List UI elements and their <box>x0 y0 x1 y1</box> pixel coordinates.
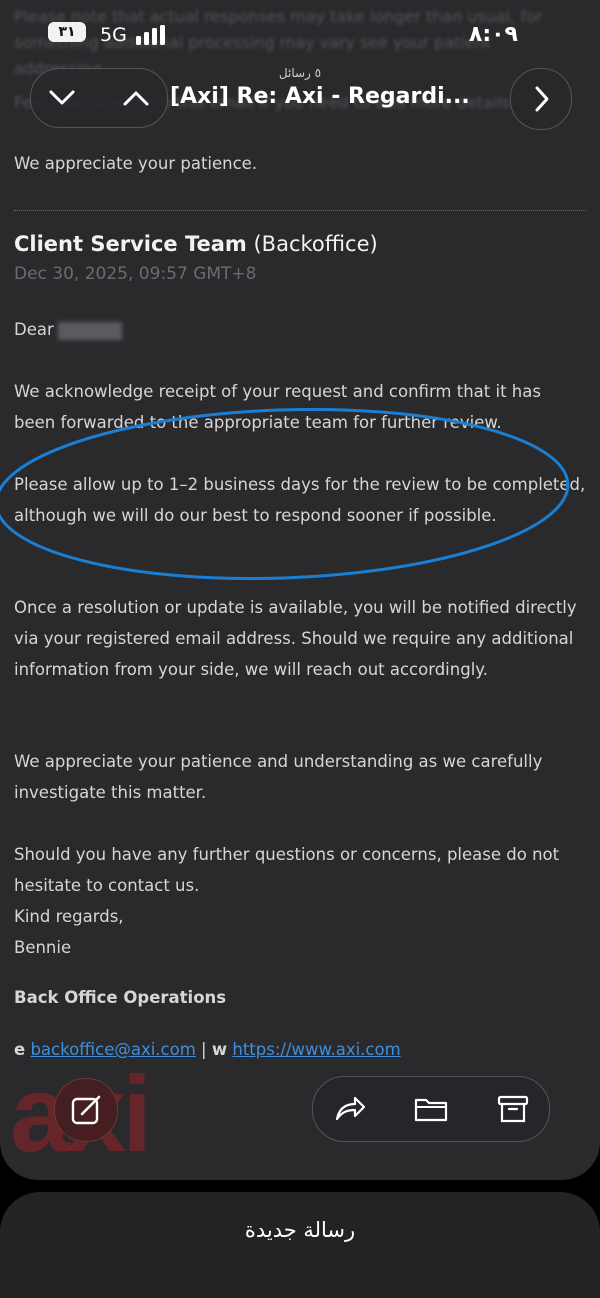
message-count: ٥ رسائل <box>278 66 322 80</box>
compose-button[interactable] <box>54 1078 118 1142</box>
reply-arrow-icon <box>335 1096 366 1121</box>
chevron-right-icon <box>535 86 549 112</box>
paragraph-contact: Should you have any further questions or… <box>14 845 560 895</box>
new-message-label: رسالة جديدة <box>244 1218 356 1242</box>
paragraph-appreciation: We appreciate your patience and understa… <box>14 752 543 802</box>
signal-icon <box>136 25 170 45</box>
web-label: w <box>211 1040 228 1059</box>
signer-name: Bennie <box>14 938 72 957</box>
signature-title: Back Office Operations <box>14 988 227 1007</box>
email-view: Please note that actual responses may ta… <box>0 0 600 1180</box>
sender[interactable]: Client Service Team (Backoffice) <box>14 232 378 256</box>
archive-icon <box>497 1095 529 1123</box>
folder-icon <box>414 1098 448 1122</box>
message-toolbar <box>312 1076 550 1142</box>
redacted-name <box>57 321 122 340</box>
annotation-ellipse <box>0 407 570 581</box>
message-divider <box>14 210 586 211</box>
next-message-up-button[interactable] <box>115 77 157 119</box>
sender-name: Client Service Team <box>14 232 247 256</box>
status-bar: ٣١ 5G ٨:٠٩ <box>0 0 600 64</box>
message-nav <box>30 68 168 128</box>
battery-level: ٣١ <box>58 24 76 40</box>
website-link[interactable]: https://www.axi.com <box>232 1040 400 1059</box>
sender-department: (Backoffice) <box>253 232 378 256</box>
archive-button[interactable] <box>495 1091 531 1127</box>
compose-icon <box>71 1095 101 1125</box>
network-type: 5G <box>100 24 127 46</box>
new-message-sheet[interactable]: رسالة جديدة <box>0 1192 600 1298</box>
battery-icon: ٣١ <box>48 22 86 42</box>
chevron-up-icon <box>123 91 149 106</box>
chevron-down-icon <box>49 90 75 105</box>
separator: | <box>201 1040 207 1059</box>
forward-nav-button[interactable] <box>510 68 572 130</box>
previous-message-button[interactable] <box>41 77 83 119</box>
closing: Kind regards, <box>14 907 124 926</box>
paragraph-resolution: Once a resolution or update is available… <box>14 598 577 679</box>
email-subject: [Axi] Re: Axi - Regardi... <box>170 84 470 109</box>
message-date: Dec 30, 2025, 09:57 GMT+8 <box>14 264 257 284</box>
greeting: Dear <box>14 314 586 345</box>
previous-closing: We appreciate your patience. <box>14 154 258 173</box>
reply-button[interactable] <box>331 1091 367 1127</box>
clock: ٨:٠٩ <box>468 22 518 47</box>
move-to-folder-button[interactable] <box>413 1091 449 1127</box>
greeting-text: Dear <box>14 320 54 339</box>
